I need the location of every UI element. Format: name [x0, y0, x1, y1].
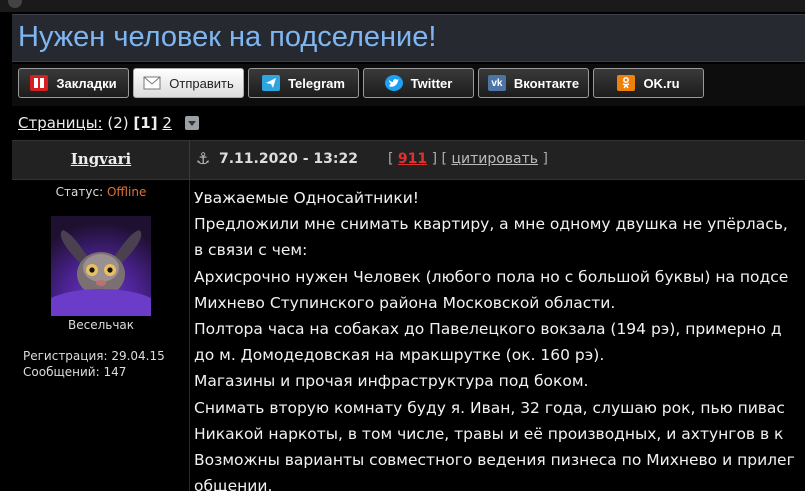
anchor-icon[interactable]: ⚓ [196, 149, 210, 168]
thread-title: Нужен человек на подселение! [18, 21, 437, 53]
ok-button[interactable]: OK.ru [593, 68, 704, 98]
bookmarks-button[interactable]: Закладки [18, 68, 129, 98]
chevron-down-icon[interactable] [184, 116, 199, 130]
twitter-button[interactable]: Twitter [363, 68, 474, 98]
author-rank: Весельчак [67, 318, 135, 332]
bookmark-icon [30, 75, 49, 91]
post-line: общении. [194, 477, 273, 491]
telegram-button-label: Telegram [288, 75, 345, 91]
post-line: в связи с чем: [194, 241, 308, 260]
telegram-icon [262, 75, 281, 91]
post-line: Возможны варианты совместного ведения пи… [194, 451, 795, 470]
post-line: до м. Домодедовская на мракшрутке (ок. 1… [194, 346, 605, 365]
author-message-count: Сообщений: 147 [23, 365, 127, 379]
post-body: Уважаемые Односайтники! Предложили мне с… [194, 185, 805, 491]
pagination-count: (2) [107, 114, 129, 132]
odnoklassniki-icon [617, 75, 636, 91]
telegram-button[interactable]: Telegram [248, 68, 359, 98]
top-strip [0, 0, 805, 12]
author-registration: Регистрация: 29.04.15 [23, 349, 165, 363]
pagination-label[interactable]: Страницы: [18, 114, 103, 132]
bookmarks-button-label: Закладки [56, 75, 117, 91]
post-line: Полтора часа на собаках до Павелецкого в… [194, 320, 782, 339]
post-line: Предложили мне снимать квартиру, а мне о… [194, 215, 788, 234]
post-line: Уважаемые Односайтники! [194, 189, 419, 207]
post-line: Михнево Ступинского района Московской об… [194, 293, 616, 312]
thread-title-bar: Нужен человек на подселение! [12, 14, 805, 62]
status-badge: Offline [106, 185, 147, 199]
post-line: Архисрочно нужен Человек (любого пола но… [194, 267, 789, 286]
vk-button[interactable]: vk Вконтакте [478, 68, 589, 98]
send-button[interactable]: Отправить [133, 68, 244, 98]
author-status: Статус: Offline [12, 185, 190, 199]
post-author[interactable]: Ingvari [12, 150, 190, 168]
post-line: Никакой наркоты, в том числе, травы и её… [194, 424, 784, 443]
pagination: Страницы: (2) [1] 2 [18, 114, 199, 134]
post-header: Ingvari ⚓ 7.11.2020 - 13:22 [ 911 ] [ ци… [12, 140, 805, 180]
post-number-link[interactable]: 911 [398, 151, 427, 167]
quote-link[interactable]: цитировать [451, 151, 538, 167]
post-line: Снимать вторую комнату буду я. Иван, 32 … [194, 398, 785, 417]
vk-button-label: Вконтакте [513, 75, 580, 91]
header-divider [189, 141, 190, 179]
status-label: Статус: [55, 185, 104, 199]
author-profile: Статус: Offline Весельчак Регистрация: 2… [12, 180, 190, 491]
post-date: 7.11.2020 - 13:22 [219, 151, 358, 167]
vk-icon: vk [487, 75, 506, 91]
post-divider [189, 180, 190, 491]
corner-decoration [8, 0, 22, 8]
avatar [51, 216, 151, 316]
twitter-icon [384, 75, 403, 91]
ok-button-label: OK.ru [643, 75, 680, 91]
post-actions: [ 911 ] [ цитировать ] [388, 151, 548, 167]
pagination-current: [1] [133, 114, 158, 132]
pagination-next[interactable]: 2 [162, 114, 172, 132]
send-button-label: Отправить [169, 75, 234, 91]
twitter-button-label: Twitter [410, 75, 453, 91]
envelope-icon [143, 75, 161, 91]
post-line: Магазины и прочая инфраструктура под бок… [194, 372, 589, 391]
share-bar: Закладки Отправить Telegram Twitter vk В… [12, 64, 805, 106]
